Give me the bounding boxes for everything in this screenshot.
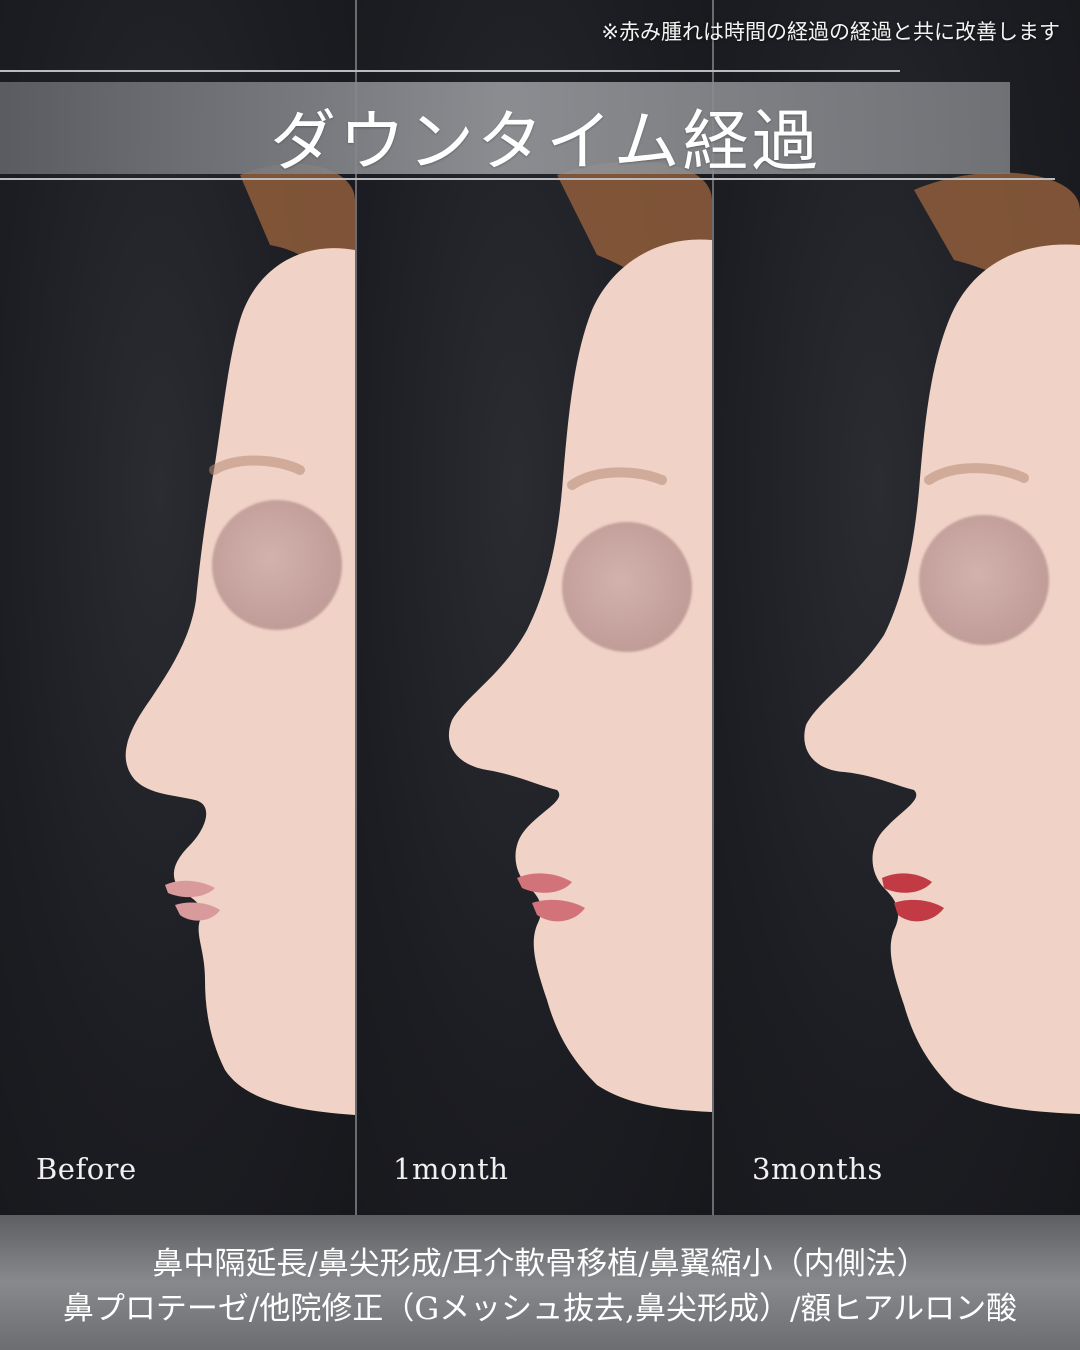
eye-privacy-blur bbox=[919, 515, 1049, 645]
procedure-text-line: 鼻プロテーゼ/他院修正（Gメッシュ抜去,鼻尖形成）/額ヒアルロン酸 bbox=[62, 1291, 1018, 1327]
banner-accent-line bbox=[0, 70, 900, 72]
eye-privacy-blur bbox=[562, 522, 692, 652]
before-after-comparison: ※赤み腫れは時間の経過の経過と共に改善します ダウンタイム経過 Before 1… bbox=[0, 0, 1080, 1350]
panel-label-1month: 1month bbox=[393, 1152, 509, 1186]
panel-label-3months: 3months bbox=[752, 1152, 883, 1186]
panel-label-before: Before bbox=[36, 1152, 137, 1186]
procedure-text-line: 鼻中隔延長/鼻尖形成/耳介軟骨移植/鼻翼縮小（内側法） bbox=[152, 1246, 928, 1282]
disclaimer-note: ※赤み腫れは時間の経過の経過と共に改善します bbox=[601, 20, 1060, 44]
page-title: ダウンタイム経過 bbox=[270, 103, 821, 180]
eye-privacy-blur bbox=[212, 500, 342, 630]
